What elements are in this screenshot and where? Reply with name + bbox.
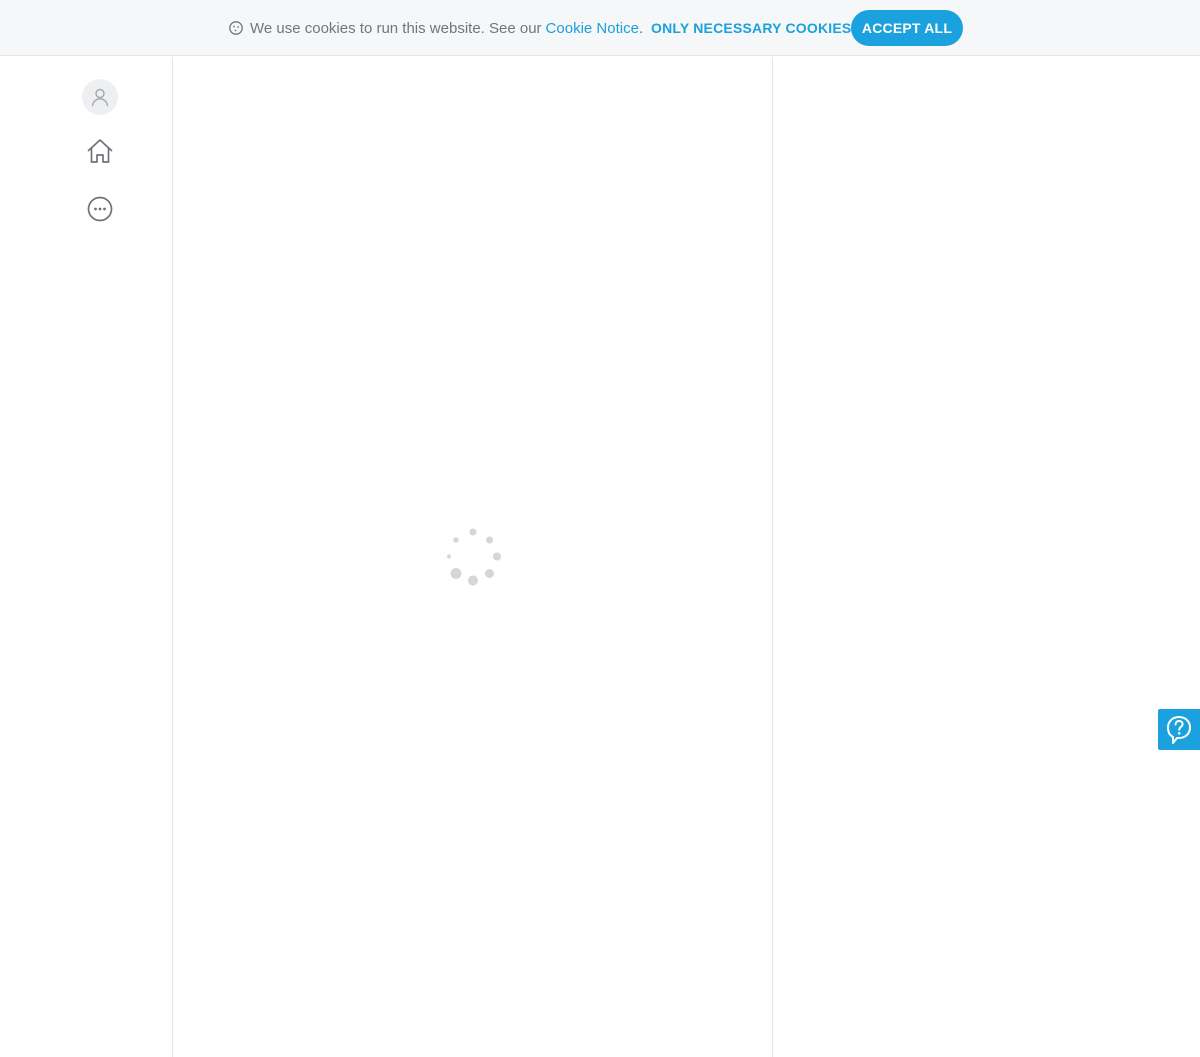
main-content: [173, 57, 773, 1057]
question-icon: [1166, 715, 1192, 745]
accept-all-button[interactable]: ACCEPT ALL: [851, 10, 963, 46]
more-options-button[interactable]: [86, 195, 114, 223]
help-button[interactable]: [1158, 709, 1200, 750]
cookie-notice-link[interactable]: Cookie Notice: [546, 20, 639, 37]
home-button[interactable]: [86, 137, 114, 165]
sidebar-nav: [0, 57, 173, 1057]
cookie-message-text: We use cookies to run this website. See …: [250, 19, 542, 37]
cookie-banner: We use cookies to run this website. See …: [0, 0, 1200, 56]
user-icon: [89, 86, 111, 108]
cookie-icon: [228, 20, 244, 36]
only-necessary-cookies-button[interactable]: ONLY NECESSARY COOKIES: [651, 18, 851, 38]
cookie-message: We use cookies to run this website. See …: [228, 0, 643, 56]
loading-spinner: [445, 527, 503, 587]
home-icon: [86, 137, 114, 165]
more-icon: [86, 195, 114, 223]
cookie-message-period: .: [638, 19, 644, 37]
profile-avatar-button[interactable]: [82, 79, 118, 115]
